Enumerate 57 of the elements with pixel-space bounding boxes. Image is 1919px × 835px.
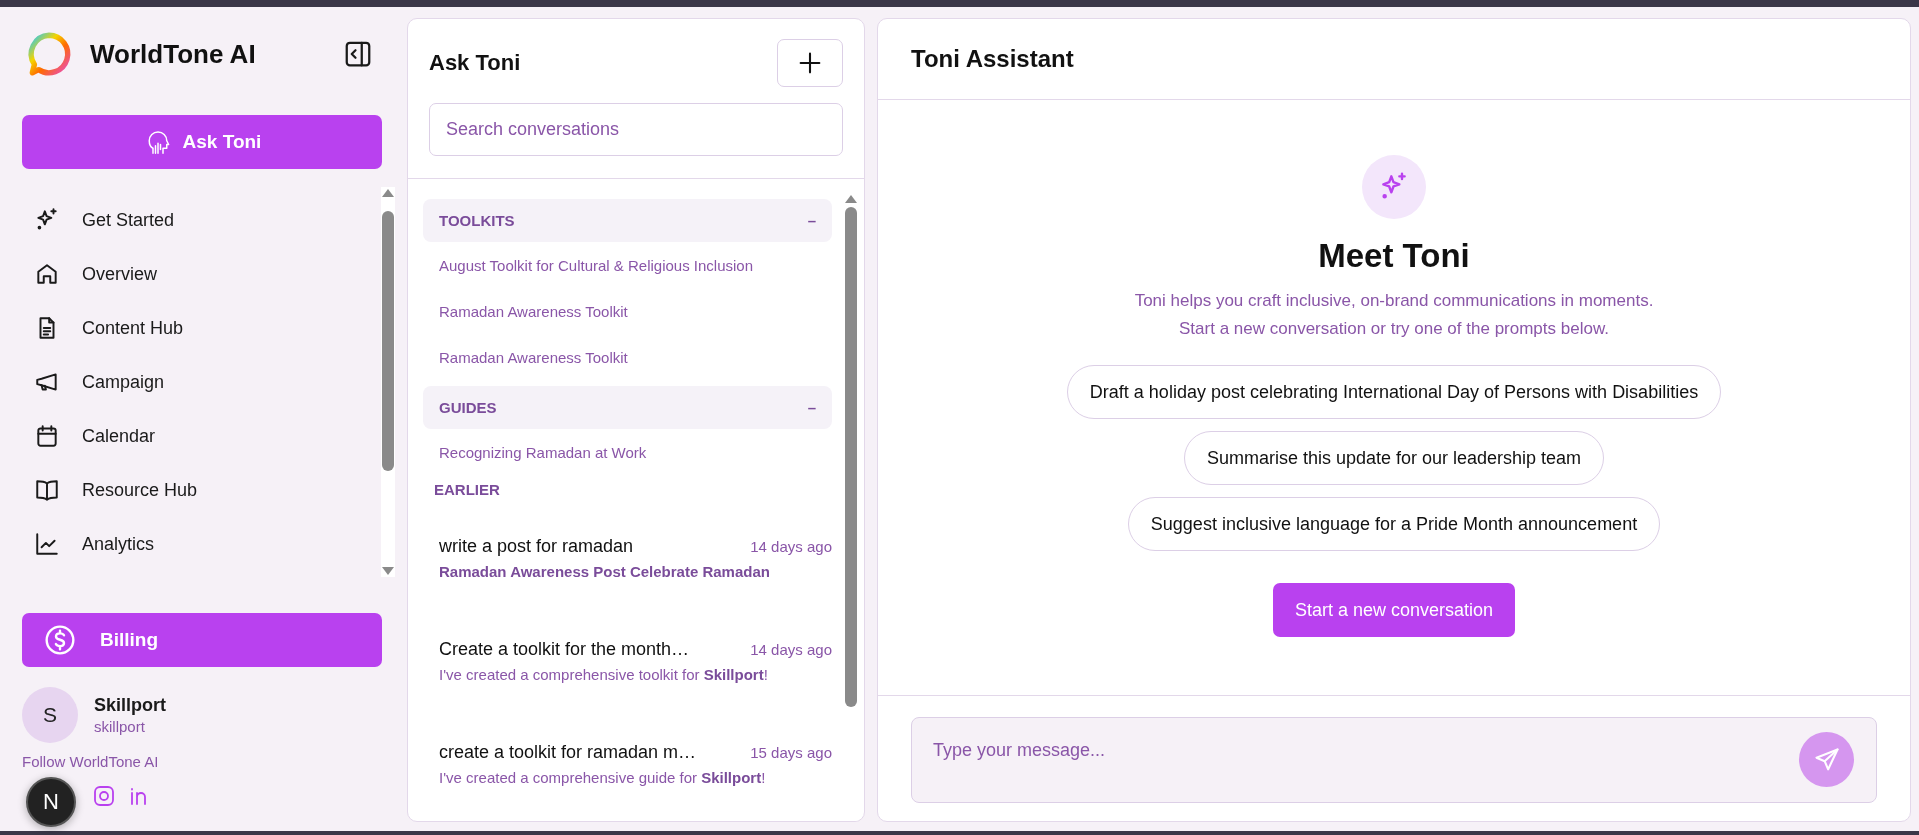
nav-item[interactable]: Content Hub [34, 301, 381, 355]
conversation-item[interactable]: create a toolkit for ramadan m… 15 days ago I've created a comprehensive guide for Skillport! [423, 716, 832, 819]
follow-text: Follow WorldTone AI [22, 753, 160, 770]
section-label: EARLIER [434, 481, 501, 498]
intro-text: Toni helps you craft inclusive, on-brand communications in moments. [1134, 290, 1654, 312]
home-icon [34, 261, 60, 287]
prompt-chip[interactable]: Draft a holiday post celebrating International Day of Persons with Disabilities [1066, 365, 1722, 420]
message-preview: I've created a comprehensive guide for Skillport! [439, 768, 767, 786]
nav-item[interactable]: Get Started [34, 193, 381, 247]
scrollbar[interactable] [381, 187, 395, 577]
nav-item[interactable]: Calendar [34, 409, 381, 463]
conversation-title: create a toolkit for ramadan m… [439, 741, 697, 763]
list-item[interactable]: August Toolkit for Cultural & Religious Inclusion [423, 242, 770, 288]
billing-button[interactable]: Billing [22, 613, 382, 667]
sidebar-toggle-icon[interactable] [343, 39, 373, 69]
user-name: Skillport [94, 695, 166, 716]
prompt-chip[interactable]: Summarise this update for our leadership team [1183, 431, 1605, 486]
instagram-icon[interactable] [92, 784, 116, 808]
timestamp: 15 days ago [750, 743, 832, 761]
section-header[interactable]: GUIDES – [423, 386, 832, 429]
timestamp: 14 days ago [750, 640, 832, 658]
message-preview: I've created a comprehensive toolkit for Skillport! [439, 665, 769, 683]
section-header[interactable]: TOOLKITS – [423, 199, 832, 242]
prompt-chip[interactable]: Suggest inclusive language for a Pride Month announcement [1127, 497, 1661, 552]
panel-title: Toni Assistant [878, 19, 1910, 100]
message-preview: Ramadan Awareness Post Celebrate Ramadan [439, 562, 771, 580]
nav-item[interactable]: Overview [34, 247, 381, 301]
start-conversation-button[interactable]: Start a new conversation [1272, 583, 1516, 638]
conversation-item[interactable]: write a post for ramadan 14 days ago Ramadan Awareness Post Celebrate Ramadan [423, 510, 832, 613]
user-handle: skillport [94, 718, 146, 735]
nav-item[interactable]: Analytics [34, 517, 381, 571]
scrollbar[interactable] [844, 193, 858, 821]
ask-toni-button[interactable]: Ask Toni [22, 115, 382, 169]
conversation-title: write a post for ramadan [439, 535, 634, 557]
send-button[interactable] [1799, 732, 1854, 787]
floating-badge[interactable]: N [26, 777, 76, 827]
calendar-icon [34, 423, 60, 449]
heading: Meet Toni [1318, 237, 1470, 275]
timestamp: 14 days ago [750, 537, 832, 555]
conversation-item[interactable]: Create a toolkit for the month… 14 days ago I've created a comprehensive toolkit for Skillport! [423, 613, 832, 716]
avatar: S [22, 687, 78, 743]
message-input[interactable]: Type your message... [912, 718, 1799, 783]
new-chat-button[interactable] [777, 39, 843, 87]
dollar-icon [44, 624, 76, 656]
intro-text: Start a new conversation or try one of the prompts below. [1179, 318, 1609, 341]
list-item[interactable]: Ramadan Awareness Toolkit [423, 288, 644, 334]
list-item[interactable]: Ramadan Awareness Toolkit [423, 334, 644, 380]
panel-title: Ask Toni [429, 50, 521, 76]
list-item[interactable]: Recognizing Ramadan at Work [423, 429, 663, 475]
nav-item[interactable]: Resource Hub [34, 463, 381, 517]
brand-name: WorldTone AI [90, 38, 257, 70]
book-icon [34, 477, 60, 503]
nav-item[interactable]: Campaign [34, 355, 381, 409]
search-field[interactable]: Search conversations [429, 103, 843, 156]
message-field[interactable]: Type your message... [911, 717, 1877, 803]
conversation-title: Create a toolkit for the month… [439, 638, 690, 660]
chart-icon [34, 531, 60, 557]
